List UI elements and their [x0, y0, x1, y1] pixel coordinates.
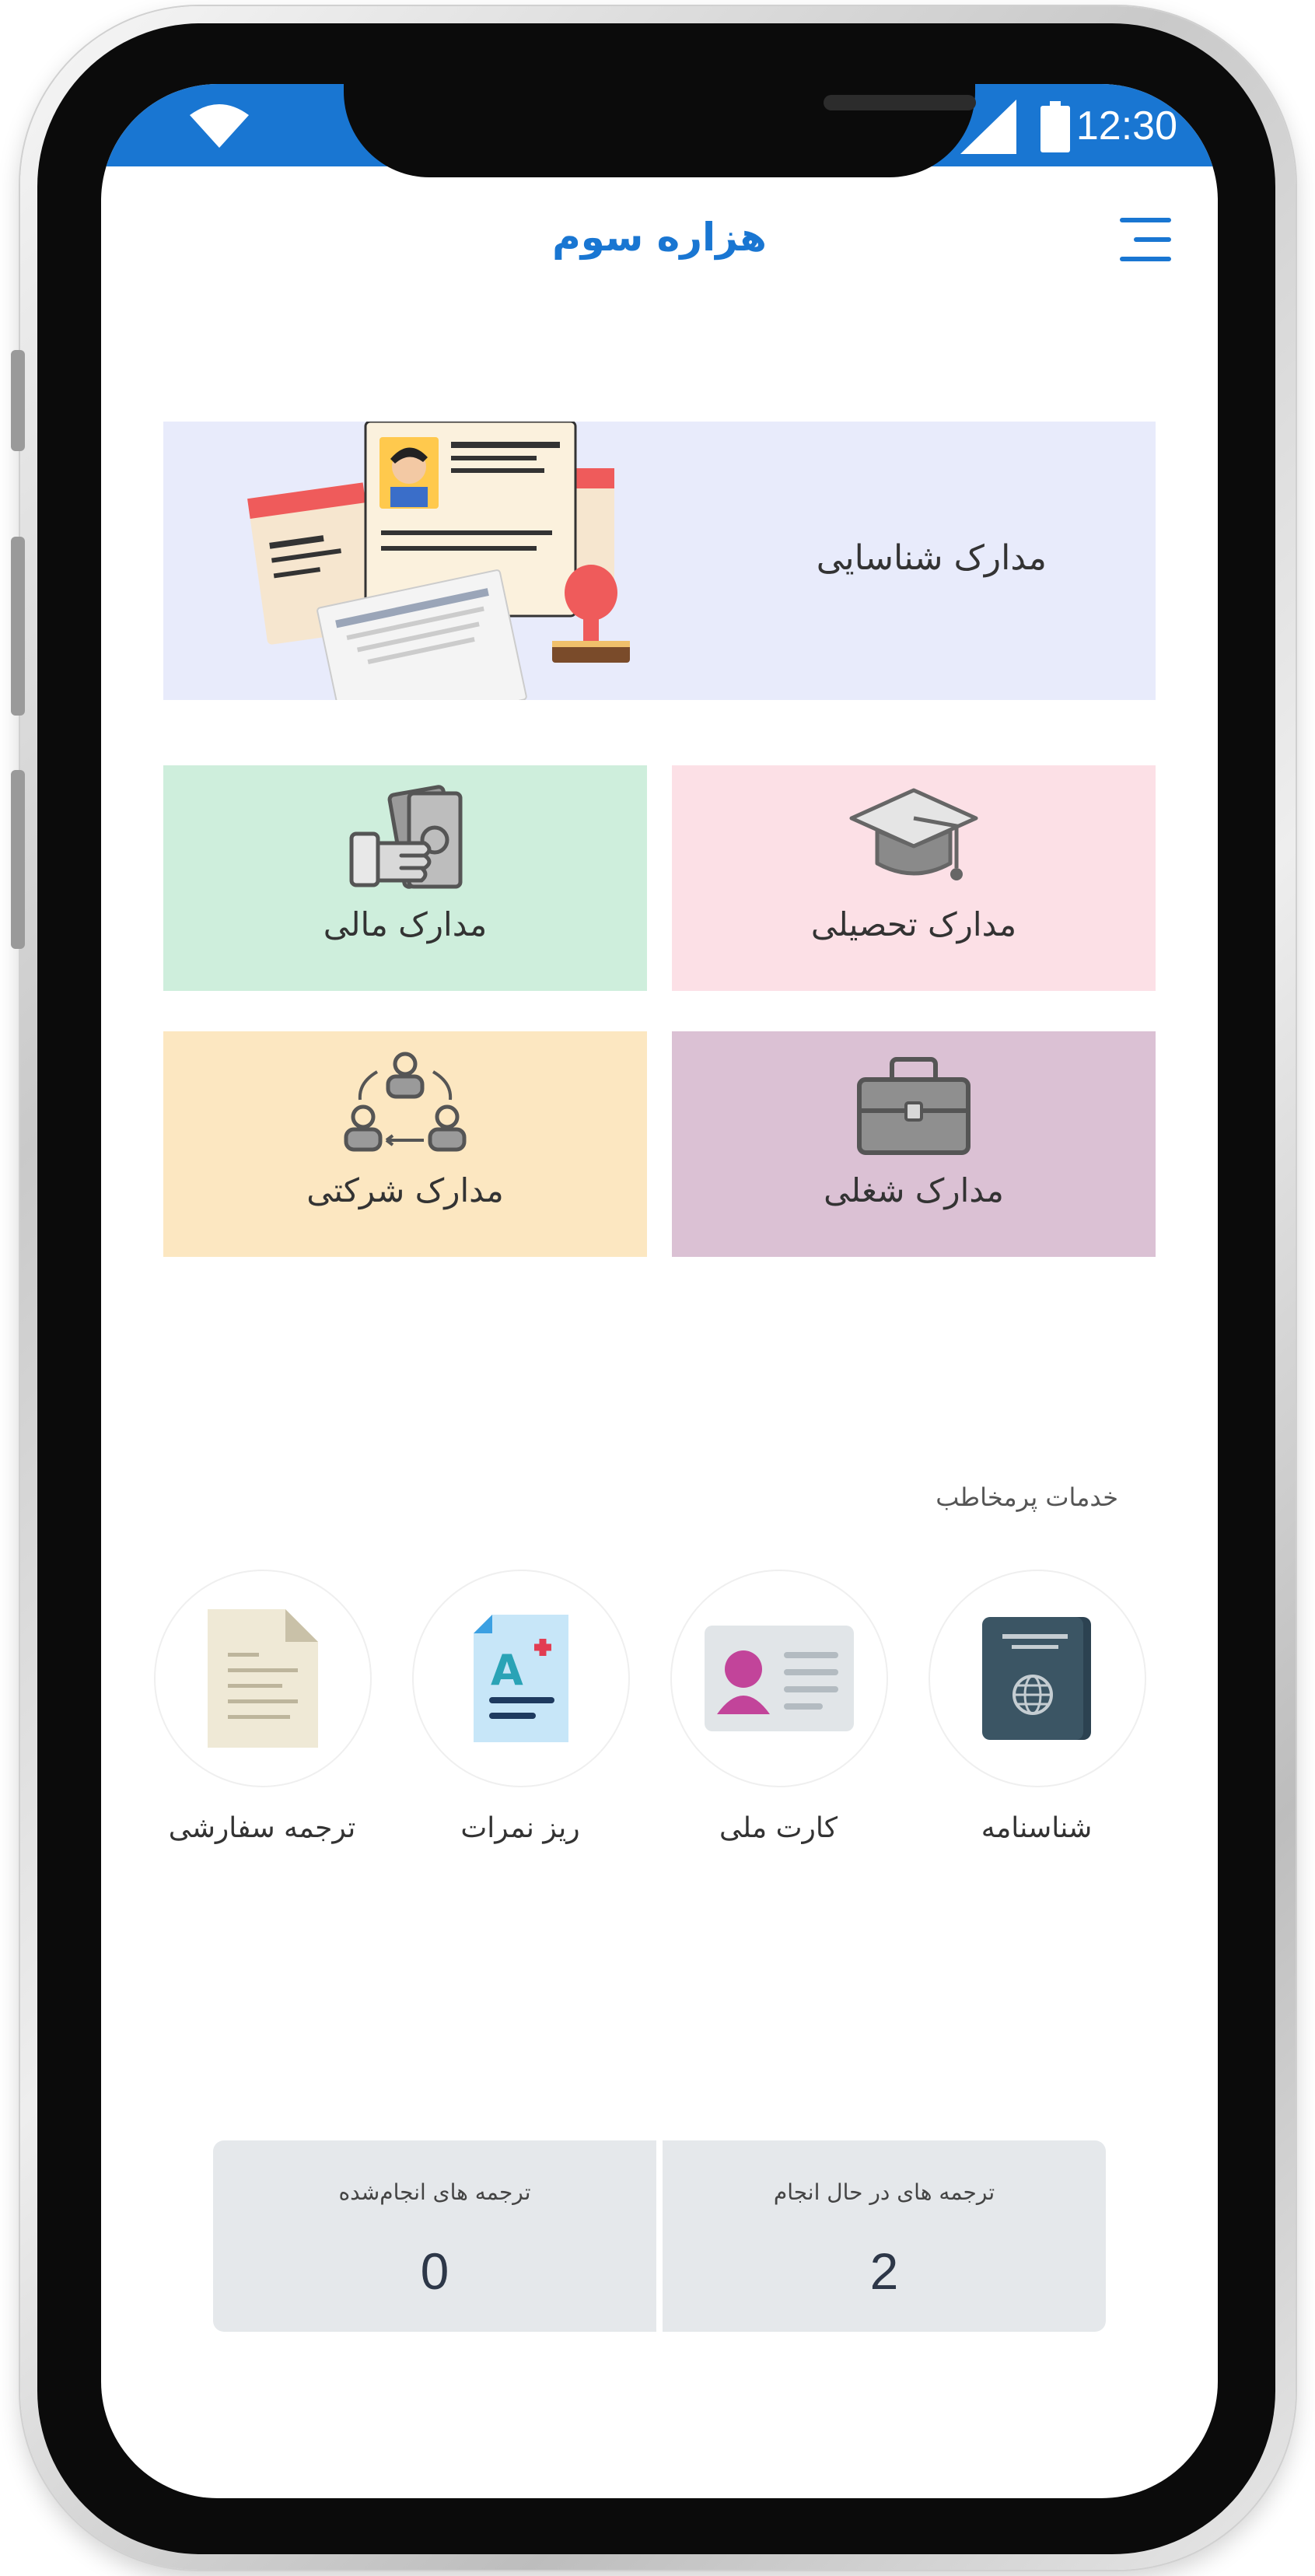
job-documents-label: مدارک شغلی — [824, 1171, 1004, 1209]
service-icon-circle — [154, 1570, 372, 1787]
service-birth-certificate[interactable]: شناسنامه — [924, 1570, 1149, 1850]
identity-documents-illustration — [247, 422, 630, 700]
completed-count: 0 — [420, 2242, 449, 2300]
company-documents-label: مدارک شرکتی — [306, 1171, 504, 1209]
service-custom-translation[interactable]: ترجمه سفارشی — [149, 1570, 375, 1850]
service-label: شناسنامه — [981, 1812, 1093, 1844]
completed-stat: ترجمه های انجام‌شده 0 — [213, 2140, 656, 2332]
status-time: 12:30 — [1075, 103, 1177, 149]
graduation-cap-icon — [849, 788, 978, 880]
notch — [344, 84, 976, 177]
job-documents-card[interactable]: مدارک شغلی — [672, 1031, 1156, 1257]
document-icon — [208, 1609, 318, 1748]
svg-text:A: A — [491, 1646, 523, 1695]
academic-documents-label: مدارک تحصیلی — [810, 905, 1017, 943]
speaker-grille — [824, 95, 976, 110]
service-label: ریز نمرات — [460, 1812, 580, 1844]
passport-icon — [982, 1617, 1091, 1740]
service-icon-circle: A — [412, 1570, 630, 1787]
popular-services-title: خدمات پرمخاطب — [936, 1482, 1118, 1512]
academic-documents-card[interactable]: مدارک تحصیلی — [672, 765, 1156, 991]
identity-documents-label: مدارک شناسایی — [816, 538, 1047, 578]
silent-switch — [11, 350, 25, 451]
app-title: هزاره سوم — [552, 215, 767, 260]
volume-up-button — [11, 537, 25, 716]
in-progress-count: 2 — [869, 2242, 899, 2300]
wifi-icon — [190, 104, 249, 148]
team-cycle-icon — [344, 1052, 467, 1152]
identity-documents-card[interactable]: مدارک شناسایی — [163, 422, 1156, 700]
service-label: ترجمه سفارشی — [168, 1812, 356, 1844]
translation-stats: ترجمه های در حال انجام 2 ترجمه های انجام… — [213, 2140, 1106, 2332]
service-transcript[interactable]: A ریز نمرات — [407, 1570, 633, 1850]
financial-documents-label: مدارک مالی — [323, 905, 488, 943]
completed-label: ترجمه های انجام‌شده — [338, 2179, 531, 2205]
volume-down-button — [11, 770, 25, 949]
transcript-icon: A — [474, 1615, 568, 1742]
company-documents-card[interactable]: مدارک شرکتی — [163, 1031, 647, 1257]
service-label: کارت ملی — [719, 1812, 838, 1844]
battery-icon — [1040, 101, 1070, 152]
financial-documents-card[interactable]: مدارک مالی — [163, 765, 647, 991]
in-progress-stat: ترجمه های در حال انجام 2 — [663, 2140, 1106, 2332]
service-national-card[interactable]: کارت ملی — [666, 1570, 891, 1850]
service-icon-circle — [670, 1570, 888, 1787]
briefcase-icon — [857, 1057, 971, 1155]
hamburger-menu-icon[interactable] — [1117, 216, 1171, 263]
id-card-icon — [705, 1626, 854, 1731]
service-icon-circle — [929, 1570, 1146, 1787]
in-progress-label: ترجمه های در حال انجام — [773, 2179, 995, 2205]
app-screen: 12:30 هزاره سوم مدارک شناسایی مدارک تحصی… — [101, 84, 1218, 2498]
money-hand-icon — [349, 785, 463, 889]
